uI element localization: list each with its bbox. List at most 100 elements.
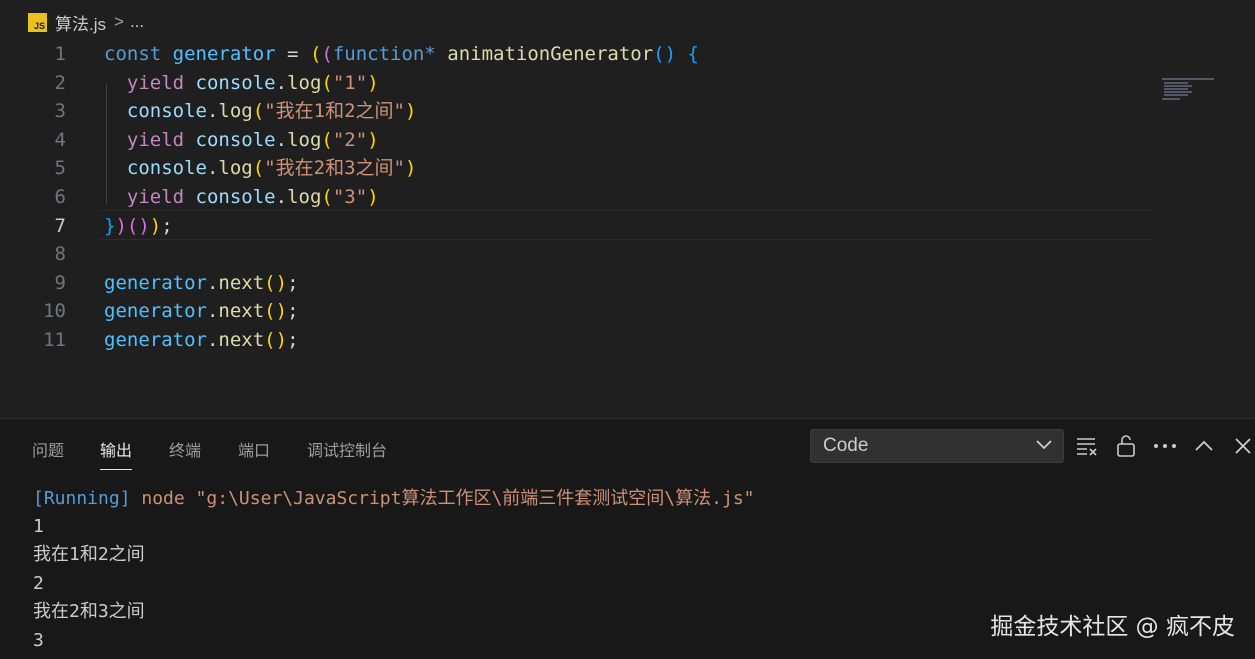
code-token: "2" bbox=[332, 129, 368, 151]
line-number: 9 bbox=[54, 272, 66, 294]
line-number: 4 bbox=[54, 129, 66, 151]
code-token: } bbox=[104, 215, 116, 237]
output-line: 1 bbox=[33, 516, 44, 537]
code-text: console.log("我在2和3之间") bbox=[104, 154, 417, 182]
code-token: next bbox=[218, 272, 265, 294]
code-token: function* bbox=[332, 43, 436, 65]
code-token: console bbox=[126, 100, 207, 122]
code-line[interactable]: 3 console.log("我在1和2之间") bbox=[0, 97, 1160, 125]
code-token: "我在2和3之间" bbox=[264, 157, 405, 179]
code-token: . bbox=[206, 157, 219, 179]
output-line: 我在1和2之间 bbox=[33, 544, 145, 565]
code-text: const generator = ((function* animationG… bbox=[104, 40, 699, 68]
code-token: ( bbox=[321, 129, 333, 151]
code-token: ; bbox=[287, 300, 299, 322]
code-token: console bbox=[195, 186, 276, 208]
code-token: . bbox=[275, 186, 288, 208]
code-token: = bbox=[275, 43, 310, 65]
code-line[interactable]: 5 console.log("我在2和3之间") bbox=[0, 154, 1160, 182]
code-token: ( bbox=[309, 43, 322, 65]
minimap[interactable] bbox=[1160, 76, 1220, 106]
code-line[interactable]: 2 yield console.log("1") bbox=[0, 69, 1160, 97]
code-token: generator bbox=[104, 272, 207, 294]
code-text: yield console.log("3") bbox=[104, 183, 379, 211]
code-token: ; bbox=[161, 215, 173, 237]
code-token: console bbox=[195, 129, 276, 151]
code-token: ( bbox=[321, 43, 333, 65]
tab-ports[interactable]: 端口 bbox=[238, 437, 270, 469]
code-line[interactable]: 1 const generator = ((function* animation… bbox=[0, 40, 1160, 68]
code-line[interactable]: 7})()); bbox=[0, 212, 1160, 240]
code-token: log bbox=[218, 100, 253, 122]
tab-problems[interactable]: 问题 bbox=[32, 437, 64, 469]
line-number: 2 bbox=[54, 72, 66, 94]
running-line: [Running] node "g:\User\JavaScript算法工作区\… bbox=[33, 485, 755, 513]
more-icon[interactable] bbox=[1152, 433, 1178, 459]
code-text: generator.next(); bbox=[104, 269, 299, 297]
code-token: console bbox=[126, 157, 207, 179]
code-token: ( bbox=[321, 72, 333, 94]
line-number: 10 bbox=[43, 300, 66, 322]
code-token: log bbox=[287, 129, 322, 151]
tab-debug-console[interactable]: 调试控制台 bbox=[307, 437, 387, 469]
code-text: yield console.log("2") bbox=[104, 126, 379, 154]
code-token: log bbox=[287, 72, 322, 94]
code-line[interactable]: 4 yield console.log("2") bbox=[0, 126, 1160, 154]
breadcrumb-symbols[interactable]: ... bbox=[130, 12, 144, 32]
code-token: ) bbox=[367, 129, 379, 151]
code-token: ; bbox=[287, 329, 299, 351]
running-tag: [Running] bbox=[33, 488, 131, 509]
line-number: 7 bbox=[54, 215, 66, 237]
code-token: log bbox=[218, 157, 253, 179]
code-token: ) bbox=[367, 186, 379, 208]
code-line[interactable]: 10 generator.next(); bbox=[0, 297, 1160, 325]
code-token: ( bbox=[321, 186, 333, 208]
code-token: . bbox=[275, 72, 288, 94]
output-line: 3 bbox=[33, 630, 44, 651]
output-line: 我在2和3之间 bbox=[33, 601, 145, 622]
clear-output-icon[interactable] bbox=[1074, 433, 1100, 459]
chevron-right-icon: > bbox=[114, 12, 124, 31]
code-token: generator bbox=[104, 329, 207, 351]
output-channel-select[interactable]: Code bbox=[810, 429, 1064, 463]
code-token: . bbox=[206, 329, 219, 351]
code-line[interactable]: 9 generator.next(); bbox=[0, 269, 1160, 297]
watermark: 掘金技术社区 @ 疯不皮 bbox=[990, 614, 1235, 640]
code-token: yield bbox=[126, 72, 185, 94]
tab-terminal[interactable]: 终端 bbox=[169, 437, 201, 469]
code-token: () bbox=[264, 329, 288, 351]
code-token: console bbox=[195, 72, 276, 94]
line-number: 6 bbox=[54, 186, 66, 208]
code-line[interactable]: 6 yield console.log("3") bbox=[0, 183, 1160, 211]
code-text: yield console.log("1") bbox=[104, 69, 379, 97]
code-token: () bbox=[126, 215, 150, 237]
output-channel-value: Code bbox=[823, 435, 869, 456]
code-editor[interactable]: 1 const generator = ((function* animation… bbox=[0, 40, 1255, 416]
output-line: 2 bbox=[33, 573, 44, 594]
code-line[interactable]: 8 bbox=[0, 240, 1160, 268]
close-icon[interactable] bbox=[1230, 433, 1255, 459]
line-number: 1 bbox=[54, 43, 66, 65]
code-token: yield bbox=[126, 186, 185, 208]
lock-icon[interactable] bbox=[1113, 433, 1139, 459]
chevron-down-icon bbox=[1035, 435, 1053, 457]
code-token: ( bbox=[252, 100, 265, 122]
code-token: ) bbox=[367, 72, 379, 94]
code-token: generator bbox=[104, 300, 207, 322]
breadcrumb-file-name[interactable]: 算法.js bbox=[55, 10, 106, 35]
code-token: yield bbox=[126, 129, 185, 151]
panel-tabs: 问题 输出 终端 端口 调试控制台 Code bbox=[0, 419, 1255, 475]
tab-output[interactable]: 输出 bbox=[100, 437, 133, 470]
code-line[interactable]: 11 generator.next(); bbox=[0, 326, 1160, 354]
code-token: ( bbox=[252, 157, 265, 179]
maximize-icon[interactable] bbox=[1191, 433, 1217, 459]
code-text: generator.next(); bbox=[104, 297, 299, 325]
